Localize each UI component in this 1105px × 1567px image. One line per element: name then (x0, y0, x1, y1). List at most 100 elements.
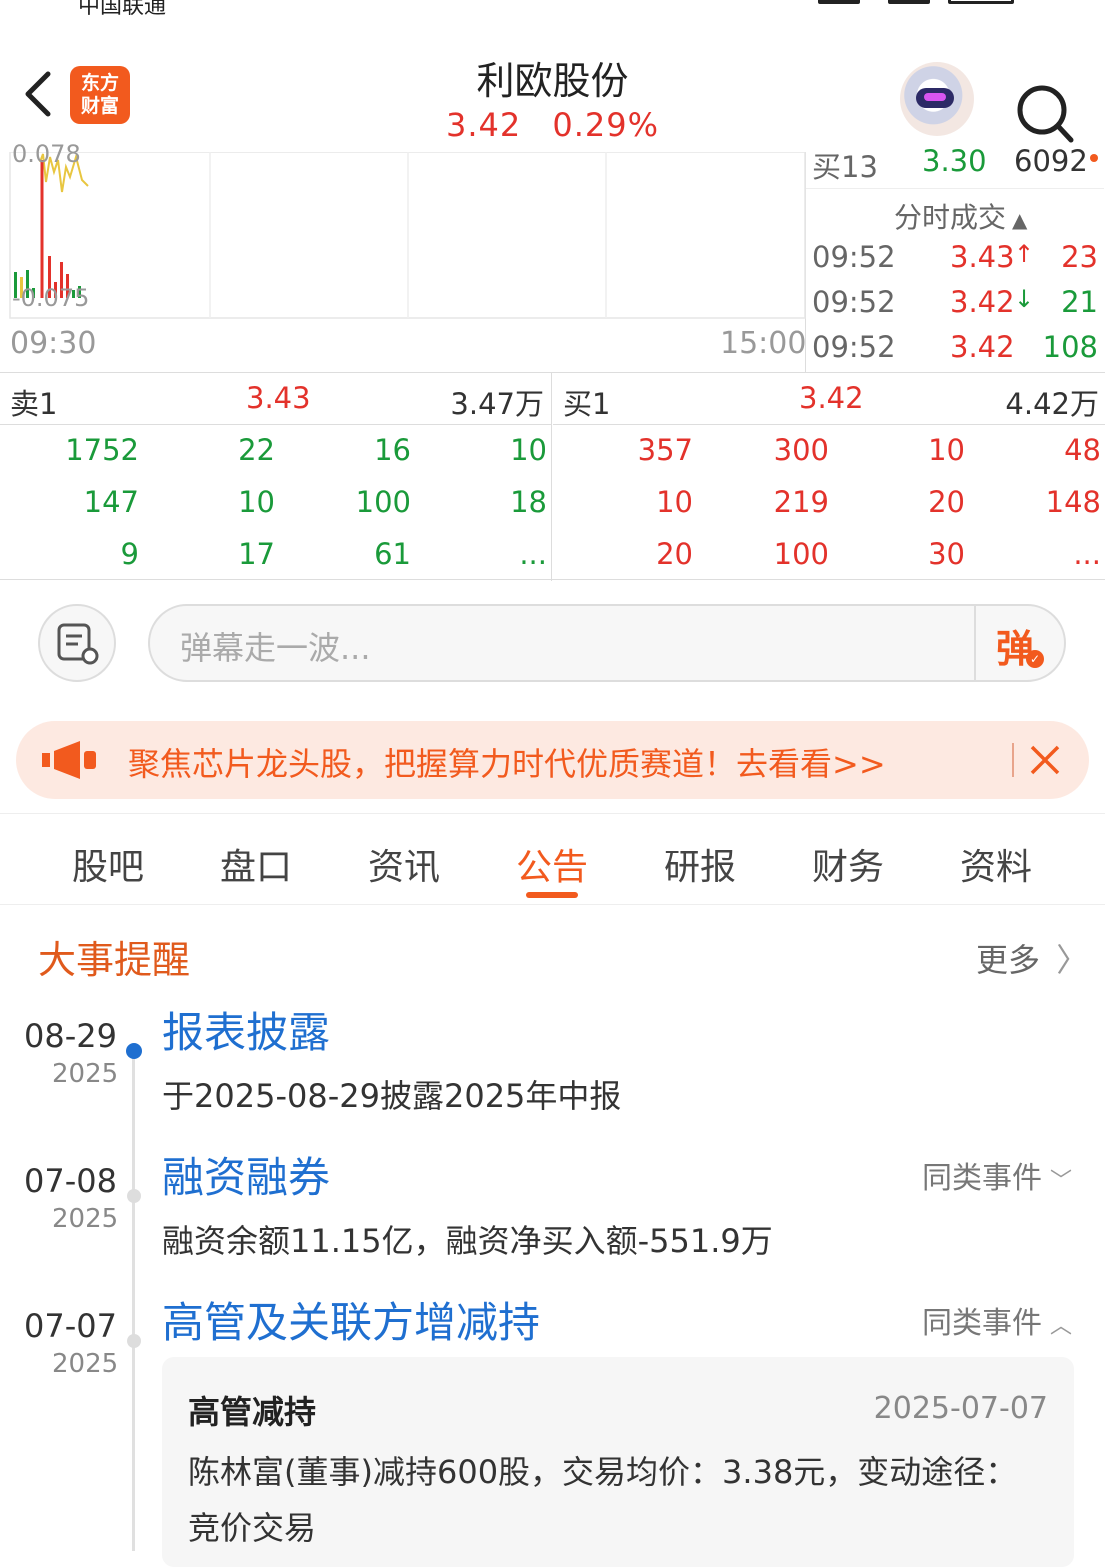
queue-cell: 100 (773, 537, 829, 571)
signal-icon (818, 0, 860, 4)
section-title: 大事提醒 (38, 938, 191, 982)
queue-cell: ... (1073, 537, 1101, 571)
detail-title: 高管减持 (188, 1393, 317, 1431)
event-title[interactable]: 高管及关联方增减持 (162, 1289, 540, 1350)
queue-cell: 17 (238, 537, 275, 571)
caret-up-icon: ▲ (1012, 208, 1028, 232)
status-bar: 中国联通 (0, 0, 1105, 22)
danmu-bar: 弹幕走一波... 弹 ✓ (0, 580, 1105, 705)
danmu-input[interactable]: 弹幕走一波... 弹 ✓ (148, 604, 1066, 682)
queue-cell: 48 (1064, 433, 1101, 467)
megaphone-icon (42, 741, 96, 779)
tick-trades-panel: 买13 3.30 6092 分时成交 ▲ 09:52 3.43 ↑ 23 09:5… (806, 144, 1105, 372)
similar-events-button[interactable]: 同类事件 ﹀ (922, 1153, 1072, 1197)
queue-cell: 20 (656, 537, 693, 571)
queue-cell: 10 (510, 433, 547, 467)
tab-5[interactable]: 研报 (640, 838, 760, 890)
tab-7[interactable]: 资料 (936, 838, 1056, 890)
banner-text: 聚焦芯片龙头股，把握算力时代优质赛道！去看看>> (128, 745, 886, 783)
carrier-label: 中国联通 (78, 0, 167, 19)
events-section: 大事提醒 更多 〉 08-29 2025 报表披露 于2025-08-29披露2… (0, 905, 1105, 1567)
queue-cell: 10 (656, 485, 693, 519)
arrow-down-icon: ↓ (1014, 285, 1035, 313)
queue-cell: 357 (637, 433, 693, 467)
tab-2[interactable]: 盘口 (196, 838, 316, 890)
promo-banner[interactable]: 聚焦芯片龙头股，把握算力时代优质赛道！去看看>> (16, 721, 1089, 799)
time-start-label: 09:30 (10, 326, 97, 361)
sell-queue: 卖1 3.43 3.47万 1752 22 16 10 147 10 100 18 9 17 61.… (0, 373, 552, 581)
signal-icon-2 (888, 0, 930, 4)
y-axis-top-label: 0.078 (12, 140, 81, 168)
chevron-up-icon: ︿ (1050, 1314, 1073, 1339)
chart-canvas (9, 152, 806, 319)
sell-level-1: 卖1 3.43 3.47万 (0, 373, 552, 425)
tick-row: 09:52 3.43 ↑ 23 (812, 240, 1098, 274)
queue-cell: ... (519, 537, 547, 571)
dot-icon (1090, 154, 1098, 162)
queue-cell: 10 (928, 433, 965, 467)
current-price: 3.42 (445, 106, 522, 144)
battery-icon (948, 0, 1014, 4)
danmu-list-button[interactable] (38, 604, 116, 682)
chevron-down-icon: ﹀ (1050, 1169, 1073, 1194)
active-tab-underline (526, 892, 578, 898)
close-icon[interactable] (1028, 743, 1062, 777)
queue-cell: 22 (238, 433, 275, 467)
event-detail-card[interactable]: 高管减持 2025-07-07 陈林富(董事)减持600股，交易均价：3.38元… (162, 1357, 1074, 1567)
similar-events-button[interactable]: 同类事件 ︿ (922, 1298, 1072, 1342)
time-end-label: 15:00 (720, 326, 807, 361)
tab-bar: 股吧 盘口 资讯 公告 研报 财务 资料 (0, 813, 1105, 905)
queue-cell: 9 (120, 537, 139, 571)
chevron-right-icon: 〉 (1056, 941, 1089, 979)
assistant-robot-icon[interactable] (900, 62, 974, 136)
search-icon[interactable] (1016, 84, 1074, 144)
event-desc: 融资余额11.15亿，融资净买入额-551.9万 (162, 1222, 773, 1260)
order-book[interactable]: 卖1 3.43 3.47万 1752 22 16 10 147 10 100 18 9 17 61.… (0, 372, 1105, 581)
more-link[interactable]: 更多 〉 (976, 935, 1088, 981)
event-title[interactable]: 融资融券 (162, 1144, 330, 1205)
tab-1[interactable]: 股吧 (48, 838, 168, 890)
event-date: 07-08 (24, 1162, 117, 1200)
queue-cell: 219 (773, 485, 829, 519)
queue-cell: 1752 (65, 433, 139, 467)
event-date: 07-07 (24, 1307, 117, 1345)
tick-row: 09:52 3.42 108 (812, 330, 1098, 364)
queue-cell: 16 (374, 433, 411, 467)
event-date: 08-29 (24, 1017, 117, 1055)
queue-cell: 18 (510, 485, 547, 519)
detail-date: 2025-07-07 (873, 1391, 1048, 1426)
y-axis-bottom-label: -0.075 (12, 284, 90, 312)
tick-trades-toggle[interactable]: 分时成交 ▲ (894, 196, 1027, 236)
timeline-line (132, 1045, 135, 1551)
queue-cell: 148 (1045, 485, 1101, 519)
detail-text-2: 竞价交易 (188, 1509, 317, 1547)
danmu-list-icon (57, 623, 99, 665)
event-year: 2025 (52, 1204, 119, 1234)
queue-cell: 10 (238, 485, 275, 519)
timeline-dot (127, 1189, 141, 1203)
tab-3[interactable]: 资讯 (344, 838, 464, 890)
buy-queue: 买1 3.42 4.42万 357 300 10 48 10 219 20 148 20 100 3… (553, 373, 1105, 581)
timeline-dot-active (126, 1043, 142, 1059)
arrow-up-icon: ↑ (1014, 240, 1035, 268)
tab-4[interactable]: 公告 (492, 838, 612, 890)
detail-text: 陈林富(董事)减持600股，交易均价：3.38元，变动途径： (188, 1453, 1018, 1491)
queue-cell: 61 (374, 537, 411, 571)
intraday-chart[interactable]: 0.078 -0.075 09:30 15:00 (0, 140, 807, 372)
tab-6[interactable]: 财务 (788, 838, 908, 890)
price-change: 0.29% (552, 106, 660, 144)
buy-level-1: 买1 3.42 4.42万 (553, 373, 1105, 425)
tick-row: 09:52 3.42 ↓ 21 (812, 285, 1098, 319)
queue-cell: 30 (928, 537, 965, 571)
queue-cell: 147 (83, 485, 139, 519)
app-header: 东方 财富 利欧股份 3.42 0.29% (0, 22, 1105, 152)
timeline-dot (127, 1334, 141, 1348)
queue-cell: 300 (773, 433, 829, 467)
orderbook-level-13: 买13 3.30 6092 (812, 144, 1104, 186)
queue-cell: 100 (355, 485, 411, 519)
event-desc: 于2025-08-29披露2025年中报 (162, 1077, 622, 1115)
event-year: 2025 (52, 1349, 119, 1379)
check-icon: ✓ (1026, 650, 1044, 668)
queue-cell: 20 (928, 485, 965, 519)
event-title[interactable]: 报表披露 (162, 999, 330, 1060)
